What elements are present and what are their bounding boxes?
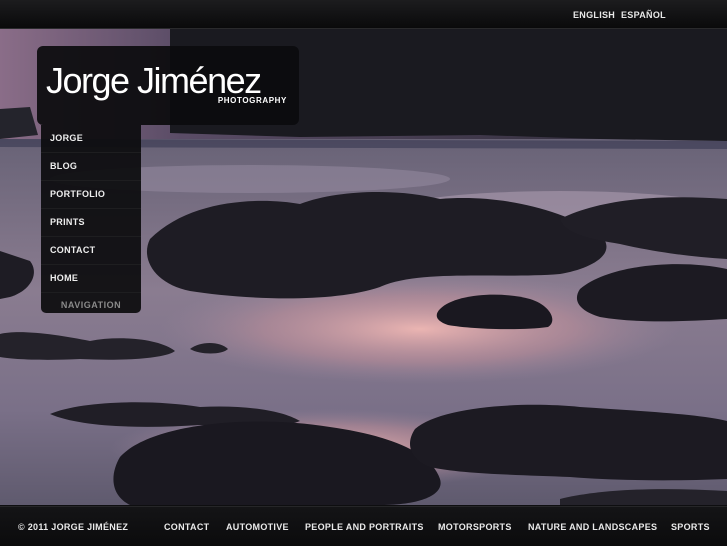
top-bar: ENGLISH ESPAÑOL [0,0,727,29]
footer-link-people-and-portraits[interactable]: PEOPLE AND PORTRAITS [305,522,424,532]
nav-item-home[interactable]: HOME [41,265,141,293]
language-spanish-link[interactable]: ESPAÑOL [621,10,666,20]
logo-subtitle: PHOTOGRAPHY [217,96,287,105]
navigation-caption[interactable]: NAVIGATION [41,300,141,310]
nav-item-contact[interactable]: CONTACT [41,237,141,265]
copyright-text: © 2011 JORGE JIMÉNEZ [18,522,129,532]
footer-bar: © 2011 JORGE JIMÉNEZ CONTACT AUTOMOTIVE … [0,506,727,546]
footer-link-sports[interactable]: SPORTS [671,522,710,532]
nav-item-portfolio[interactable]: PORTFOLIO [41,181,141,209]
site-logo[interactable]: Jorge Jiménez PHOTOGRAPHY [37,46,299,125]
language-english-link[interactable]: ENGLISH [573,10,615,20]
nav-item-blog[interactable]: BLOG [41,153,141,181]
footer-link-nature-and-landscapes[interactable]: NATURE AND LANDSCAPES [528,522,657,532]
footer-link-automotive[interactable]: AUTOMOTIVE [226,522,289,532]
footer-link-motorsports[interactable]: MOTORSPORTS [438,522,512,532]
nav-item-prints[interactable]: PRINTS [41,209,141,237]
main-navigation: JORGE BLOG PORTFOLIO PRINTS CONTACT HOME… [41,125,141,313]
footer-link-contact[interactable]: CONTACT [164,522,209,532]
nav-item-jorge[interactable]: JORGE [41,125,141,153]
